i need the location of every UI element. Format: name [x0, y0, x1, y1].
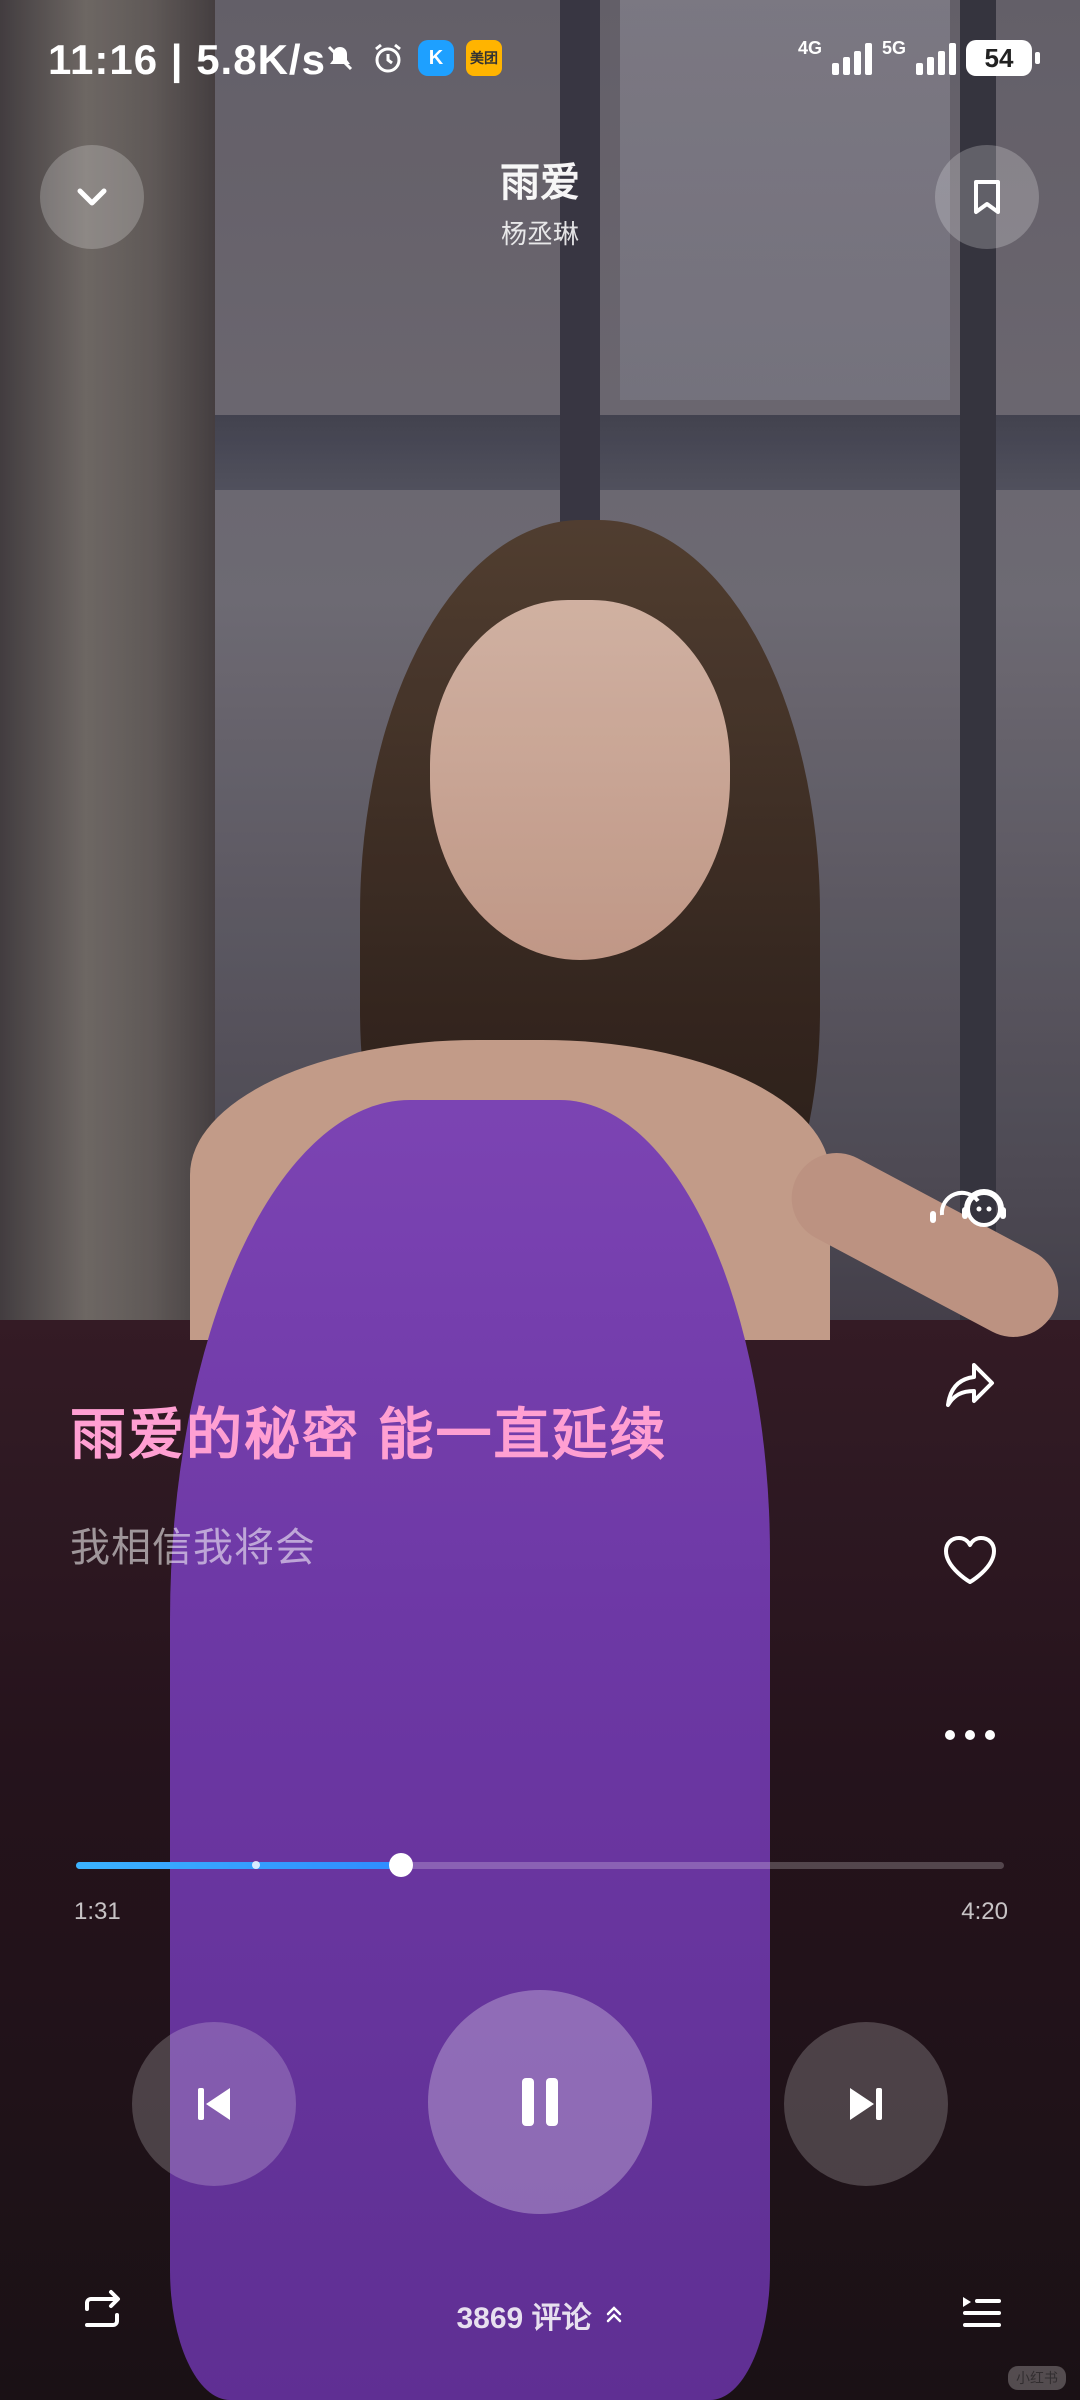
share-icon — [946, 1363, 994, 1407]
network-5g-label: 5G — [881, 38, 906, 58]
skip-next-icon — [850, 2088, 882, 2120]
chevron-up-icon — [606, 2306, 621, 2323]
status-icons: K 美团 — [322, 40, 502, 76]
like-button[interactable] — [920, 1525, 1020, 1595]
k-app-icon: K — [418, 40, 454, 76]
status-bar: 11:16 | 5.8K/s K 美团 4G 5G 54 — [0, 0, 1080, 120]
signal-4g-icon — [831, 41, 872, 75]
progress-knob[interactable] — [388, 1853, 413, 1877]
more-icon — [945, 1730, 995, 1740]
comments-label: 3869 评论 — [456, 2302, 592, 2335]
bookmark-icon — [974, 180, 1000, 214]
bookmark-button[interactable] — [935, 145, 1039, 249]
pause-icon — [522, 2078, 558, 2126]
share-button[interactable] — [920, 1350, 1020, 1420]
meituan-icon: 美团 — [466, 40, 502, 76]
skip-previous-icon — [198, 2088, 230, 2120]
more-button[interactable] — [920, 1700, 1020, 1770]
status-time: 11:16 | 5.8K/s — [48, 36, 326, 83]
progress-fill — [76, 1862, 401, 1869]
next-button[interactable] — [784, 2022, 948, 2186]
alarm-icon — [370, 40, 406, 76]
previous-button[interactable] — [132, 2022, 296, 2186]
signal-5g-icon — [916, 41, 956, 75]
network-speed: | 5.8K/s — [170, 36, 326, 83]
listen-together-button[interactable] — [920, 1170, 1020, 1240]
playlist-button[interactable] — [952, 2282, 1012, 2342]
battery-icon: 54 — [966, 40, 1040, 76]
lyric-current-line[interactable]: 雨爱的秘密 能一直延续 — [70, 1390, 668, 1471]
comments-button[interactable]: 3869 评论 — [0, 2293, 1080, 2337]
like-heart-icon — [944, 1536, 996, 1584]
artist-name[interactable]: 杨丞琳 — [0, 214, 1080, 251]
progress-bar[interactable] — [76, 1853, 1004, 1877]
elapsed-time: 1:31 — [74, 1898, 121, 1925]
playlist-icon — [963, 2297, 1001, 2327]
total-time: 4:20 — [961, 1898, 1008, 1925]
lyric-next-line[interactable]: 我相信我将会 — [70, 1515, 316, 1573]
signal-battery-area: 4G 5G 54 — [797, 38, 1040, 76]
song-title: 雨爱 — [500, 161, 580, 205]
network-4g-label: 4G — [797, 38, 822, 58]
mute-bell-icon — [322, 40, 358, 76]
pause-button[interactable] — [428, 1990, 652, 2214]
listen-together-icon — [930, 1189, 1006, 1227]
watermark: 小红书 — [1008, 2366, 1066, 2390]
